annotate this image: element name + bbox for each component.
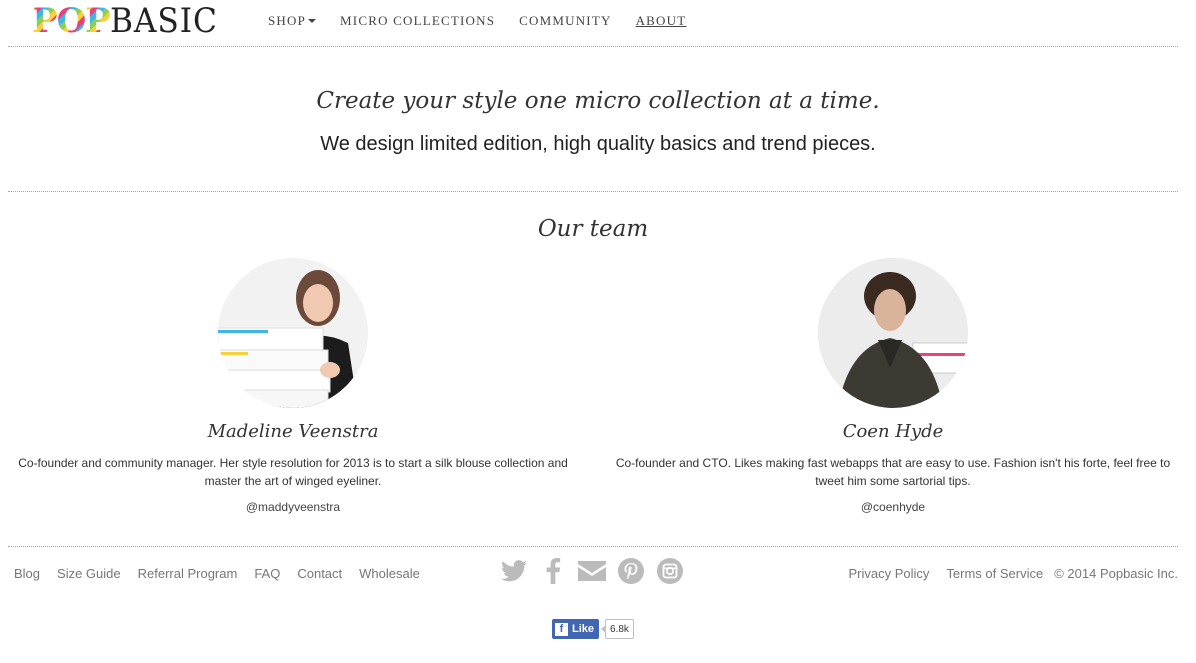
team-member-coen: Coen Hyde Co-founder and CTO. Likes maki… (603, 258, 1183, 514)
footer-link-faq[interactable]: FAQ (254, 566, 280, 581)
facebook-like-count: 6.8k (601, 619, 634, 639)
madeline-photo (218, 258, 368, 408)
hero-subtitle: We design limited edition, high quality … (320, 133, 876, 155)
logo-basic: BASIC (109, 1, 218, 41)
footer-link-blog[interactable]: Blog (14, 566, 40, 581)
member-bio: Co-founder and community manager. Her st… (18, 456, 568, 488)
footer-divider (8, 546, 1178, 547)
avatar (818, 258, 968, 408)
nav-community[interactable]: COMMUNITY (519, 13, 611, 29)
member-twitter-handle[interactable]: @coenhyde (603, 500, 1183, 514)
email-icon[interactable] (578, 557, 606, 585)
site-header: POP BASIC SHOP MICRO COLLECTIONS COMMUNI… (0, 0, 1196, 47)
nav-about[interactable]: ABOUT (636, 13, 687, 29)
hero-divider (8, 191, 1178, 192)
nav-micro-collections[interactable]: MICRO COLLECTIONS (340, 13, 495, 29)
header-divider (8, 46, 1178, 47)
team-title: Our team (537, 216, 649, 242)
member-name: Coen Hyde (842, 421, 944, 442)
nav-shop[interactable]: SHOP (268, 13, 317, 29)
facebook-like-button[interactable]: f Like (552, 619, 600, 639)
main-nav: SHOP MICRO COLLECTIONS COMMUNITY ABOUT (268, 13, 710, 29)
team-member-madeline: Madeline Veenstra Co-founder and communi… (3, 258, 583, 514)
avatar (218, 258, 368, 408)
twitter-icon[interactable] (500, 557, 528, 585)
social-icons (500, 557, 695, 585)
facebook-icon[interactable] (539, 557, 567, 585)
coen-photo (818, 258, 968, 408)
footer-link-referral-program[interactable]: Referral Program (138, 566, 238, 581)
chevron-down-icon (308, 19, 317, 23)
footer-link-contact[interactable]: Contact (297, 566, 342, 581)
footer-link-size-guide[interactable]: Size Guide (57, 566, 121, 581)
footer-link-terms-of-service[interactable]: Terms of Service (946, 566, 1043, 581)
footer-links: Blog Size Guide Referral Program FAQ Con… (14, 566, 437, 581)
facebook-like-label: Like (572, 623, 595, 635)
footer-legal: Privacy Policy Terms of Service © 2014 P… (831, 566, 1178, 581)
footer-link-wholesale[interactable]: Wholesale (359, 566, 420, 581)
footer-link-privacy-policy[interactable]: Privacy Policy (848, 566, 929, 581)
member-name: Madeline Veenstra (207, 421, 379, 442)
facebook-f-icon: f (555, 622, 568, 636)
facebook-like-widget: f Like 6.8k (552, 619, 634, 639)
member-bio: Co-founder and CTO. Likes making fast we… (615, 456, 1171, 488)
copyright-text: © 2014 Popbasic Inc. (1054, 566, 1178, 581)
hero-tagline: Create your style one micro collection a… (316, 88, 880, 114)
instagram-icon[interactable] (656, 557, 684, 585)
member-twitter-handle[interactable]: @maddyveenstra (3, 500, 583, 514)
popbasic-logo[interactable]: POP BASIC (32, 4, 227, 38)
pinterest-icon[interactable] (617, 557, 645, 585)
logo-pop: POP (32, 1, 111, 41)
